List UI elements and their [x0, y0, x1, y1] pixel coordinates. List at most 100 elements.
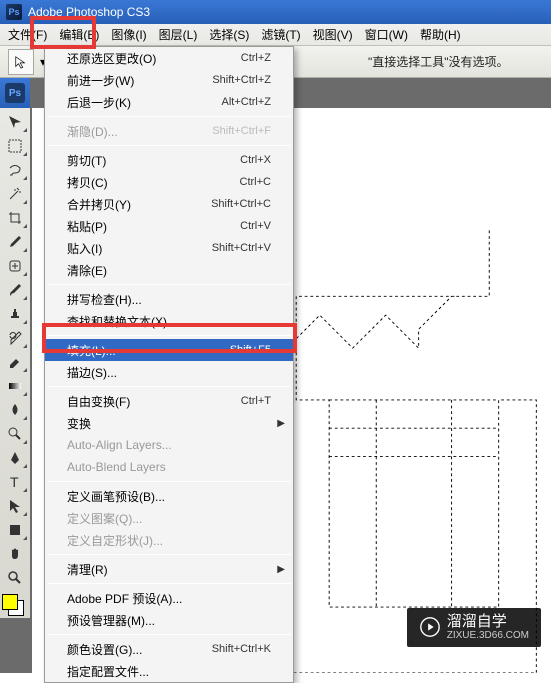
- menu-item[interactable]: 指定配置文件...: [45, 660, 293, 682]
- watermark-url: ZIXUE.3D66.COM: [447, 630, 529, 641]
- menu-item[interactable]: 后退一步(K)Alt+Ctrl+Z: [45, 91, 293, 113]
- menu-item-label: Adobe PDF 预设(A)...: [67, 590, 271, 607]
- menu-item[interactable]: Adobe PDF 预设(A)...: [45, 587, 293, 609]
- menu-item-label: Auto-Align Layers...: [67, 438, 271, 452]
- menu-item-label: 描边(S)...: [67, 364, 271, 381]
- submenu-arrow-icon: ▶: [277, 418, 285, 429]
- menu-item-label: 清理(R): [67, 561, 271, 578]
- menu-item[interactable]: 贴入(I)Shift+Ctrl+V: [45, 237, 293, 259]
- marquee-tool[interactable]: [2, 135, 28, 157]
- tool-preset-picker[interactable]: [8, 49, 34, 75]
- eraser-tool[interactable]: [2, 351, 28, 373]
- menu-help[interactable]: 帮助(H): [414, 23, 467, 46]
- menu-item-label: 颜色设置(G)...: [67, 641, 212, 658]
- brush-tool[interactable]: [2, 279, 28, 301]
- menu-item[interactable]: 变换 ▶: [45, 412, 293, 434]
- foreground-color-swatch[interactable]: [2, 594, 18, 610]
- menu-item-shortcut: Shift+Ctrl+Z: [212, 74, 271, 86]
- move-tool[interactable]: [2, 111, 28, 133]
- eyedropper-tool[interactable]: [2, 231, 28, 253]
- zoom-tool[interactable]: [2, 567, 28, 589]
- type-tool[interactable]: T: [2, 471, 28, 493]
- menu-item-shortcut: Shift+F5: [230, 344, 271, 356]
- menu-item-label: 粘贴(P): [67, 218, 240, 235]
- menu-layer[interactable]: 图层(L): [153, 23, 204, 46]
- document-tab[interactable]: Ps: [0, 78, 30, 108]
- path-selection-tool[interactable]: [2, 495, 28, 517]
- menu-view[interactable]: 视图(V): [307, 23, 359, 46]
- menu-item-label: 自由变换(F): [67, 393, 241, 410]
- direct-selection-icon: [14, 55, 28, 69]
- menu-item[interactable]: 前进一步(W)Shift+Ctrl+Z: [45, 69, 293, 91]
- menu-item-shortcut: Shift+Ctrl+V: [212, 242, 271, 254]
- menu-item-shortcut: Ctrl+T: [241, 395, 271, 407]
- menu-item: Auto-Blend Layers: [45, 456, 293, 478]
- menu-image[interactable]: 图像(I): [105, 23, 152, 46]
- menu-item[interactable]: 颜色设置(G)...Shift+Ctrl+K: [45, 638, 293, 660]
- menu-item[interactable]: 剪切(T)Ctrl+X: [45, 149, 293, 171]
- crop-tool[interactable]: [2, 207, 28, 229]
- menu-item: 定义自定形状(J)...: [45, 529, 293, 551]
- menu-item-label: 变换: [67, 415, 271, 432]
- menu-item-label: 定义自定形状(J)...: [67, 532, 271, 549]
- menu-separator: [47, 145, 291, 146]
- menu-bar: 文件(F) 编辑(E) 图像(I) 图层(L) 选择(S) 滤镜(T) 视图(V…: [0, 24, 551, 46]
- color-swatches[interactable]: [0, 594, 26, 616]
- menu-item-shortcut: Shift+Ctrl+K: [212, 643, 271, 655]
- menu-item[interactable]: 拼写检查(H)...: [45, 288, 293, 310]
- menu-item[interactable]: 定义画笔预设(B)...: [45, 485, 293, 507]
- window-title: Adobe Photoshop CS3: [28, 5, 150, 19]
- menu-separator: [47, 481, 291, 482]
- menu-filter[interactable]: 滤镜(T): [255, 23, 306, 46]
- menu-item-label: 清除(E): [67, 262, 271, 279]
- menu-separator: [47, 583, 291, 584]
- menu-item-label: 指定配置文件...: [67, 663, 271, 680]
- menu-item-shortcut: Ctrl+X: [240, 154, 271, 166]
- menu-item[interactable]: 粘贴(P)Ctrl+V: [45, 215, 293, 237]
- menu-item[interactable]: 清理(R)▶: [45, 558, 293, 580]
- menu-item-label: 前进一步(W): [67, 72, 212, 89]
- menu-file[interactable]: 文件(F): [2, 23, 53, 46]
- shape-tool[interactable]: [2, 519, 28, 541]
- pen-tool[interactable]: [2, 447, 28, 469]
- dodge-tool[interactable]: [2, 423, 28, 445]
- app-icon: Ps: [6, 4, 22, 20]
- menu-separator: [47, 386, 291, 387]
- title-bar: Ps Adobe Photoshop CS3: [0, 0, 551, 24]
- menu-item[interactable]: 还原选区更改(O)Ctrl+Z: [45, 47, 293, 69]
- menu-item-label: Auto-Blend Layers: [67, 460, 271, 474]
- menu-item[interactable]: 填充(L)...Shift+F5: [45, 339, 293, 361]
- menu-item: 渐隐(D)...Shift+Ctrl+F: [45, 120, 293, 142]
- menu-item[interactable]: 查找和替换文本(X)...: [45, 310, 293, 332]
- menu-separator: [47, 284, 291, 285]
- menu-item[interactable]: 自由变换(F)Ctrl+T: [45, 390, 293, 412]
- svg-text:T: T: [10, 474, 19, 490]
- magic-wand-tool[interactable]: [2, 183, 28, 205]
- menu-item[interactable]: 合并拷贝(Y)Shift+Ctrl+C: [45, 193, 293, 215]
- menu-separator: [47, 116, 291, 117]
- menu-item-shortcut: Alt+Ctrl+Z: [221, 96, 271, 108]
- menu-separator: [47, 554, 291, 555]
- hand-tool[interactable]: [2, 543, 28, 565]
- menu-item[interactable]: 清除(E): [45, 259, 293, 281]
- menu-item-label: 贴入(I): [67, 240, 212, 257]
- menu-item: Auto-Align Layers...: [45, 434, 293, 456]
- menu-edit[interactable]: 编辑(E): [53, 23, 105, 46]
- menu-item[interactable]: 预设管理器(M)...: [45, 609, 293, 631]
- watermark: 溜溜自学 ZIXUE.3D66.COM: [407, 608, 541, 648]
- lasso-tool[interactable]: [2, 159, 28, 181]
- clone-stamp-tool[interactable]: [2, 303, 28, 325]
- gradient-tool[interactable]: [2, 375, 28, 397]
- menu-item-shortcut: Ctrl+Z: [241, 52, 271, 64]
- menu-window[interactable]: 窗口(W): [359, 23, 414, 46]
- menu-item[interactable]: 描边(S)...: [45, 361, 293, 383]
- menu-item-label: 拷贝(C): [67, 174, 240, 191]
- menu-item-label: 渐隐(D)...: [67, 123, 212, 140]
- history-brush-tool[interactable]: [2, 327, 28, 349]
- menu-item-label: 剪切(T): [67, 152, 240, 169]
- healing-brush-tool[interactable]: [2, 255, 28, 277]
- menu-item[interactable]: 拷贝(C)Ctrl+C: [45, 171, 293, 193]
- edit-menu-dropdown: 还原选区更改(O)Ctrl+Z前进一步(W)Shift+Ctrl+Z后退一步(K…: [44, 46, 294, 683]
- menu-select[interactable]: 选择(S): [203, 23, 255, 46]
- blur-tool[interactable]: [2, 399, 28, 421]
